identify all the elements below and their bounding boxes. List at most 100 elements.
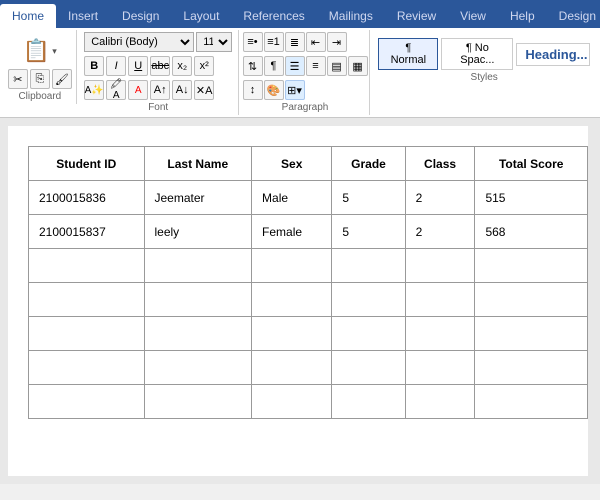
table-cell[interactable] (252, 317, 332, 351)
font-group: Calibri (Body) 11 B I U abc x₂ x² A✨ 🖍A … (79, 30, 239, 115)
tab-references[interactable]: References (231, 4, 316, 28)
table-cell[interactable] (405, 317, 475, 351)
text-highlight-button[interactable]: 🖍A (106, 80, 126, 100)
paste-button[interactable]: 📋 ▾ (19, 36, 61, 66)
table-cell[interactable] (332, 249, 405, 283)
table-row[interactable] (29, 249, 588, 283)
subscript-button[interactable]: x₂ (172, 56, 192, 76)
styles-label: Styles (471, 70, 498, 83)
table-cell[interactable]: 5 (332, 215, 405, 249)
tab-design[interactable]: Design (110, 4, 171, 28)
table-cell[interactable] (29, 283, 145, 317)
table-cell[interactable]: 568 (475, 215, 588, 249)
font-size-select[interactable]: 11 (196, 32, 232, 52)
show-hide-button[interactable]: ¶ (264, 56, 284, 76)
font-name-select[interactable]: Calibri (Body) (84, 32, 194, 52)
multilevel-button[interactable]: ≣ (285, 32, 305, 52)
align-left-button[interactable]: ☰ (285, 56, 305, 76)
table-cell[interactable]: Male (252, 181, 332, 215)
sort-button[interactable]: ⇅ (243, 56, 263, 76)
table-cell[interactable]: Female (252, 215, 332, 249)
numbering-button[interactable]: ≡1 (264, 32, 284, 52)
table-cell[interactable]: 2 (405, 215, 475, 249)
table-cell[interactable] (475, 317, 588, 351)
shading-button[interactable]: 🎨 (264, 80, 284, 100)
table-row[interactable]: 2100015837leelyFemale52568 (29, 215, 588, 249)
table-cell[interactable]: 5 (332, 181, 405, 215)
table-cell[interactable] (405, 385, 475, 419)
tab-design2[interactable]: Design (547, 4, 600, 28)
table-cell[interactable] (332, 317, 405, 351)
table-cell[interactable] (144, 249, 252, 283)
decrease-indent-button[interactable]: ⇤ (306, 32, 326, 52)
cut-button[interactable]: ✂ (8, 69, 28, 89)
tab-review[interactable]: Review (385, 4, 448, 28)
table-row[interactable] (29, 283, 588, 317)
table-cell[interactable] (252, 351, 332, 385)
table-cell[interactable] (252, 283, 332, 317)
tab-help[interactable]: Help (498, 4, 547, 28)
align-center-button[interactable]: ≡ (306, 56, 326, 76)
bullets-button[interactable]: ≡• (243, 32, 263, 52)
table-cell[interactable] (29, 317, 145, 351)
table-cell[interactable] (405, 351, 475, 385)
table-header-row: Student ID Last Name Sex Grade Class Tot… (29, 147, 588, 181)
style-no-spacing[interactable]: ¶ No Spac... (441, 38, 513, 70)
borders-button[interactable]: ⊞▾ (285, 80, 305, 100)
table-cell[interactable] (29, 385, 145, 419)
table-cell[interactable]: 2100015836 (29, 181, 145, 215)
paste-icon: 📋 (23, 38, 50, 64)
decrease-font-button[interactable]: A↓ (172, 80, 192, 100)
table-cell[interactable]: 515 (475, 181, 588, 215)
increase-indent-button[interactable]: ⇥ (327, 32, 347, 52)
align-right-button[interactable]: ▤ (327, 56, 347, 76)
tab-layout[interactable]: Layout (171, 4, 231, 28)
strikethrough-button[interactable]: abc (150, 56, 170, 76)
table-row[interactable]: 2100015836JeematerMale52515 (29, 181, 588, 215)
clear-format-button[interactable]: ✕A (194, 80, 214, 100)
tab-home[interactable]: Home (0, 4, 56, 28)
table-row[interactable] (29, 351, 588, 385)
style-normal[interactable]: ¶ Normal (378, 38, 438, 70)
table-cell[interactable] (475, 351, 588, 385)
table-cell[interactable] (332, 283, 405, 317)
table-cell[interactable]: 2 (405, 181, 475, 215)
text-effects-button[interactable]: A✨ (84, 80, 104, 100)
clipboard-group: 📋 ▾ ✂ ⎘ 🖌 Clipboard (4, 30, 77, 104)
table-cell[interactable] (405, 283, 475, 317)
font-color-button[interactable]: A (128, 80, 148, 100)
italic-button[interactable]: I (106, 56, 126, 76)
table-cell[interactable] (252, 249, 332, 283)
table-cell[interactable] (144, 385, 252, 419)
bold-button[interactable]: B (84, 56, 104, 76)
style-heading[interactable]: Heading... (516, 43, 590, 66)
tab-mailings[interactable]: Mailings (317, 4, 385, 28)
table-cell[interactable] (144, 283, 252, 317)
tab-view[interactable]: View (448, 4, 498, 28)
table-cell[interactable]: 2100015837 (29, 215, 145, 249)
table-cell[interactable] (252, 385, 332, 419)
table-cell[interactable] (332, 351, 405, 385)
table-cell[interactable] (29, 249, 145, 283)
copy-button[interactable]: ⎘ (30, 69, 50, 89)
superscript-button[interactable]: x² (194, 56, 214, 76)
table-row[interactable] (29, 385, 588, 419)
table-cell[interactable] (475, 283, 588, 317)
underline-button[interactable]: U (128, 56, 148, 76)
justify-button[interactable]: ▦ (348, 56, 368, 76)
table-cell[interactable] (332, 385, 405, 419)
increase-font-button[interactable]: A↑ (150, 80, 170, 100)
format-painter-button[interactable]: 🖌 (52, 69, 72, 89)
table-cell[interactable] (29, 351, 145, 385)
line-spacing-button[interactable]: ↕ (243, 80, 263, 100)
table-cell[interactable] (144, 317, 252, 351)
table-cell[interactable] (475, 385, 588, 419)
table-cell[interactable] (475, 249, 588, 283)
table-row[interactable] (29, 317, 588, 351)
table-cell[interactable] (144, 351, 252, 385)
table-cell[interactable]: Jeemater (144, 181, 252, 215)
col-total-score: Total Score (475, 147, 588, 181)
tab-insert[interactable]: Insert (56, 4, 110, 28)
table-cell[interactable]: leely (144, 215, 252, 249)
table-cell[interactable] (405, 249, 475, 283)
